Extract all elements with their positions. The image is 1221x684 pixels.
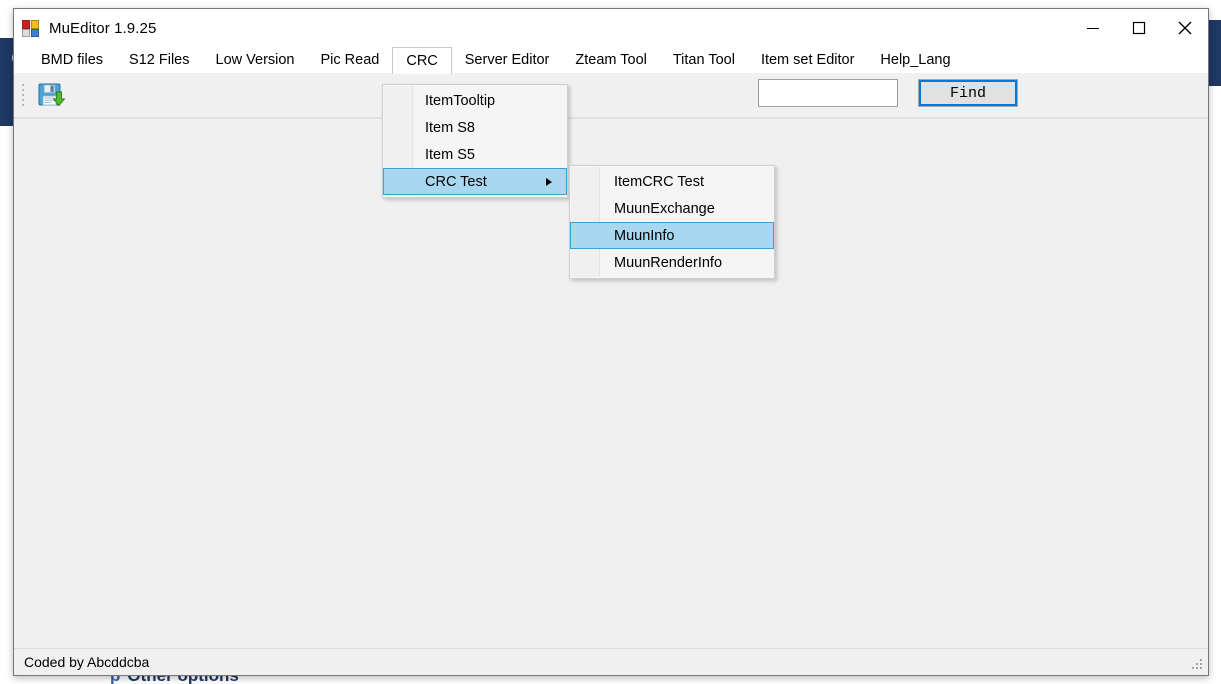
save-floppy-icon[interactable]	[36, 80, 66, 110]
app-squares-icon	[22, 19, 39, 37]
menu-bar: BMD files S12 Files Low Version Pic Read…	[14, 47, 1208, 74]
menu-item-set-editor[interactable]: Item set Editor	[748, 47, 867, 73]
minimize-icon	[1087, 28, 1099, 29]
submenu-item-muuninfo[interactable]: MuunInfo	[570, 222, 774, 249]
close-icon	[1178, 21, 1192, 35]
minimize-button[interactable]	[1070, 9, 1116, 47]
chevron-right-icon	[546, 177, 552, 186]
find-button[interactable]: Find	[918, 79, 1018, 107]
search-input[interactable]	[758, 79, 898, 107]
toolstrip: Find	[14, 73, 1208, 118]
menu-crc[interactable]: CRC	[392, 47, 452, 74]
menu-s12-files[interactable]: S12 Files	[116, 47, 202, 73]
menu-item-itemtooltip[interactable]: ItemTooltip	[383, 87, 567, 114]
menu-help-lang[interactable]: Help_Lang	[867, 47, 963, 73]
resize-grip[interactable]	[1191, 659, 1204, 672]
menu-item-crc-test[interactable]: CRC Test	[383, 168, 567, 195]
desktop: e pOther options MuEditor 1.9.25	[0, 0, 1221, 684]
title-bar[interactable]: MuEditor 1.9.25	[14, 9, 1208, 47]
menu-bmd-files[interactable]: BMD files	[28, 47, 116, 73]
app-window: MuEditor 1.9.25 BMD files S12 Files Low …	[13, 8, 1209, 676]
maximize-button[interactable]	[1116, 9, 1162, 47]
crc-dropdown-menu: ItemTooltip Item S8 Item S5 CRC Test	[382, 84, 568, 198]
close-button[interactable]	[1162, 9, 1208, 47]
window-title: MuEditor 1.9.25	[49, 19, 157, 37]
submenu-item-itemcrc-test[interactable]: ItemCRC Test	[570, 168, 774, 195]
toolstrip-grip[interactable]	[22, 84, 27, 106]
status-text: Coded by Abcddcba	[24, 654, 150, 670]
background-right-panel	[1207, 20, 1221, 86]
maximize-icon	[1132, 21, 1146, 35]
menu-item-item-s5[interactable]: Item S5	[383, 141, 567, 168]
menu-low-version[interactable]: Low Version	[203, 47, 308, 73]
status-bar: Coded by Abcddcba	[14, 648, 1208, 675]
submenu-item-muunrenderinfo[interactable]: MuunRenderInfo	[570, 249, 774, 276]
menu-pic-read[interactable]: Pic Read	[308, 47, 393, 73]
menu-server-editor[interactable]: Server Editor	[452, 47, 563, 73]
crc-test-submenu: ItemCRC Test MuunExchange MuunInfo MuunR…	[569, 165, 775, 279]
toolbar-search-group: Find	[758, 79, 1018, 107]
menu-titan-tool[interactable]: Titan Tool	[660, 47, 748, 73]
menu-item-crc-test-label: CRC Test	[425, 173, 487, 190]
menu-item-item-s8[interactable]: Item S8	[383, 114, 567, 141]
menu-zteam-tool[interactable]: Zteam Tool	[562, 47, 659, 73]
window-controls	[1070, 9, 1208, 47]
submenu-item-muunexchange[interactable]: MuunExchange	[570, 195, 774, 222]
